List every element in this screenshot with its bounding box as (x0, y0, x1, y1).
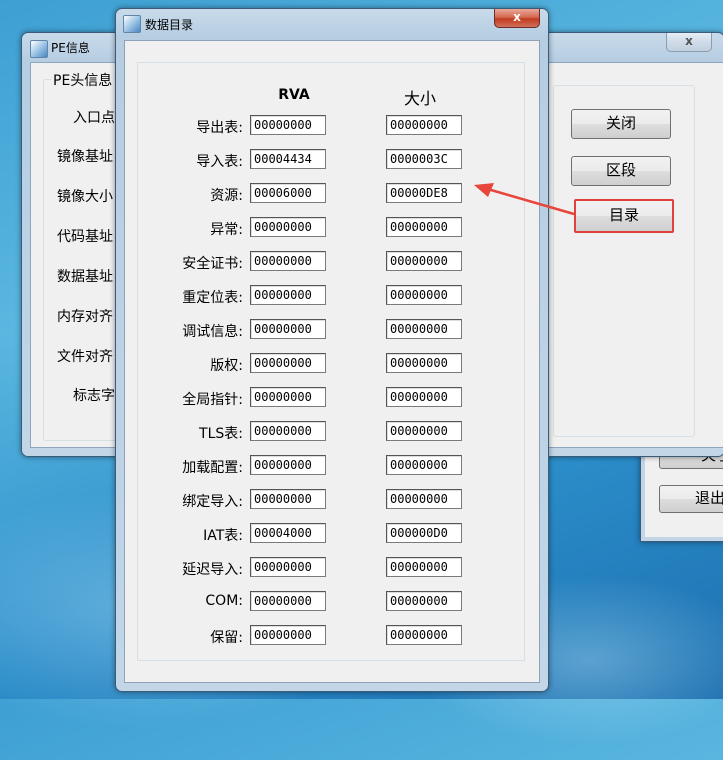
row-label: 加载配置: (182, 460, 243, 476)
rva-field[interactable]: 00000000 (250, 421, 326, 441)
size-field[interactable]: 00000000 (386, 557, 462, 577)
row-label: COM: (205, 593, 243, 609)
rva-field[interactable]: 00000000 (250, 115, 326, 135)
rva-column-header: RVA (278, 87, 310, 103)
size-field[interactable]: 00000000 (386, 217, 462, 237)
rva-field[interactable]: 00000000 (250, 387, 326, 407)
pe-label-file-alignment: 文件对齐 (57, 349, 113, 365)
size-field[interactable]: 00000000 (386, 353, 462, 373)
size-field[interactable]: 00000000 (386, 455, 462, 475)
rva-field[interactable]: 00000000 (250, 251, 326, 271)
rva-field[interactable]: 00000000 (250, 353, 326, 373)
size-field[interactable]: 00000DE8 (386, 183, 462, 203)
data-directory-window: 数据目录 x RVA 大小 导出表: 00000000 00000000 导入表: 00… (115, 8, 549, 692)
app-window-icon (123, 15, 141, 33)
row-label: TLS表: (199, 426, 243, 442)
pe-label-data-base: 数据基址 (57, 269, 113, 285)
rva-field[interactable]: 00000000 (250, 455, 326, 475)
size-field[interactable]: 0000003C (386, 149, 462, 169)
row-label: IAT表: (203, 528, 243, 544)
rva-field[interactable]: 00000000 (250, 591, 326, 611)
pe-header-group-caption: PE头信息 (51, 70, 115, 90)
close-icon[interactable]: x (494, 9, 540, 28)
size-field[interactable]: 00000000 (386, 251, 462, 271)
size-field[interactable]: 00000000 (386, 421, 462, 441)
row-label: 绑定导入: (182, 494, 243, 510)
close-button[interactable]: 关闭 (571, 109, 671, 139)
annotation-arrow-icon (474, 183, 575, 216)
row-label: 导出表: (196, 120, 243, 136)
row-label: 安全证书: (182, 256, 243, 272)
size-field[interactable]: 00000000 (386, 115, 462, 135)
pe-label-image-base: 镜像基址 (57, 149, 113, 165)
size-field[interactable]: 00000000 (386, 387, 462, 407)
dir-window-title: 数据目录 (145, 18, 194, 32)
dir-window-titlebar[interactable]: 数据目录 x (116, 9, 548, 37)
pe-label-image-size: 镜像大小 (57, 189, 113, 205)
rva-field[interactable]: 00000000 (250, 625, 326, 645)
row-label: 版权: (210, 358, 243, 374)
row-label: 异常: (210, 222, 243, 238)
pe-label-entry-point: 入口点 (73, 110, 115, 126)
close-icon[interactable]: x (666, 33, 712, 52)
size-field[interactable]: 00000000 (386, 285, 462, 305)
size-field[interactable]: 000000D0 (386, 523, 462, 543)
size-column-header: 大小 (403, 89, 436, 108)
sections-button[interactable]: 区段 (571, 156, 671, 186)
row-label: 资源: (210, 188, 243, 204)
row-label: 全局指针: (182, 392, 243, 408)
pe-label-characteristics: 标志字 (73, 388, 115, 404)
size-field[interactable]: 00000000 (386, 489, 462, 509)
directory-button[interactable]: 目录 (574, 199, 674, 233)
pe-window-title: PE信息 (51, 41, 90, 55)
rva-field[interactable]: 00004000 (250, 523, 326, 543)
row-label: 保留: (210, 630, 243, 646)
size-field[interactable]: 00000000 (386, 319, 462, 339)
pe-label-section-alignment: 内存对齐 (57, 309, 113, 325)
row-label: 导入表: (196, 154, 243, 170)
rva-field[interactable]: 00000000 (250, 285, 326, 305)
app-window-icon (30, 40, 48, 58)
row-label: 延迟导入: (182, 562, 243, 578)
data-directory-table: RVA 大小 导出表: 00000000 00000000 导入表: 00004434 0… (137, 62, 525, 661)
rva-field[interactable]: 00000000 (250, 319, 326, 339)
row-label: 重定位表: (182, 290, 243, 306)
rva-field[interactable]: 00006000 (250, 183, 326, 203)
exit-button[interactable]: 退出 (659, 485, 723, 513)
rva-field[interactable]: 00000000 (250, 489, 326, 509)
size-field[interactable]: 00000000 (386, 625, 462, 645)
pe-label-code-base: 代码基址 (57, 229, 113, 245)
row-label: 调试信息: (182, 324, 243, 340)
size-field[interactable]: 00000000 (386, 591, 462, 611)
rva-field[interactable]: 00000000 (250, 217, 326, 237)
rva-field[interactable]: 00000000 (250, 557, 326, 577)
rva-field[interactable]: 00004434 (250, 149, 326, 169)
